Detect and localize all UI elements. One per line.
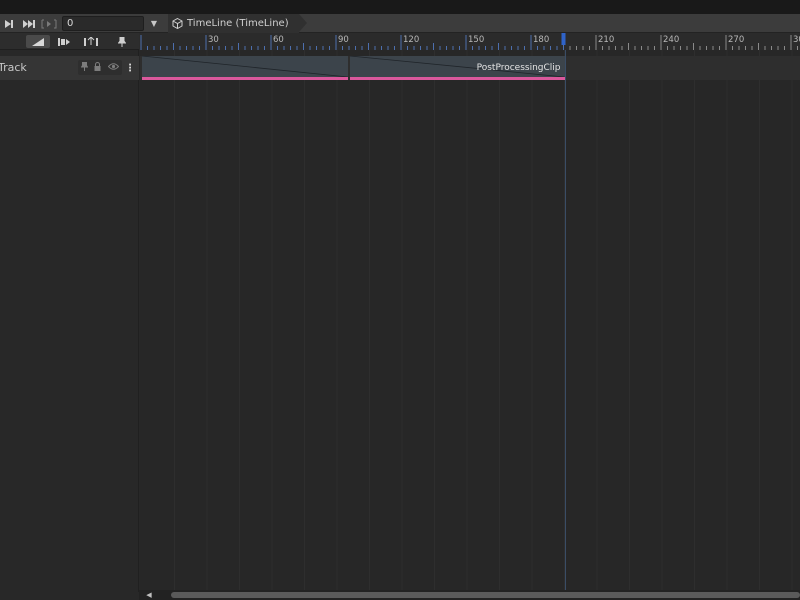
ease-curve xyxy=(142,56,348,77)
playhead-marker xyxy=(561,33,566,45)
horizontal-scrollbar[interactable]: ◀ xyxy=(139,590,800,600)
breadcrumb[interactable]: TimeLine (TimeLine) xyxy=(168,14,307,33)
frame-grid xyxy=(174,50,793,592)
clip[interactable]: PostProcessingClip xyxy=(350,56,565,80)
ruler-label: 150 xyxy=(468,35,484,45)
skip-to-end-icon[interactable] xyxy=(20,16,38,31)
scroll-left-icon[interactable]: ◀ xyxy=(145,590,153,600)
track-header[interactable]: Track ⋮ xyxy=(0,56,139,80)
track-name: Track xyxy=(0,61,27,74)
step-forward-icon[interactable] xyxy=(0,16,18,31)
eye-icon[interactable] xyxy=(107,63,119,72)
ruler-ticks: 30 60 90 120 150 180 210 240 270 300 xyxy=(140,33,800,50)
playhead-line[interactable] xyxy=(564,50,566,592)
window-top-strip xyxy=(0,0,800,14)
track-tools xyxy=(78,60,122,75)
clip-bar xyxy=(142,77,348,80)
ruler-label: 30 xyxy=(208,35,219,45)
timeline-content[interactable]: PostProcessingClip xyxy=(140,50,800,592)
edit-mode-icon[interactable] xyxy=(54,35,76,48)
scroll-thumb[interactable] xyxy=(171,592,800,598)
timeline-header-row: 30 60 90 120 150 180 210 240 270 300 xyxy=(0,33,800,50)
clip-bar xyxy=(350,77,565,80)
ruler-label: 120 xyxy=(403,35,419,45)
lock-pin-icon[interactable] xyxy=(80,61,89,73)
timeline-dropdown-icon[interactable]: ▼ xyxy=(147,16,161,31)
snap-icon[interactable] xyxy=(80,35,102,48)
ruler-label: 180 xyxy=(533,35,549,45)
ruler-label: 300 xyxy=(793,35,800,45)
ruler-label: 270 xyxy=(728,35,744,45)
ruler-label: 240 xyxy=(663,35,679,45)
track-header-panel: Track ⋮ xyxy=(0,50,139,592)
ruler-label: 210 xyxy=(598,35,614,45)
timeline-toolbar: 0 ▼ TimeLine (TimeLine) xyxy=(0,14,800,33)
pin-icon[interactable] xyxy=(114,35,130,48)
lock-icon[interactable] xyxy=(94,62,101,73)
ripple-mode-icon[interactable] xyxy=(26,35,50,48)
ruler-label: 60 xyxy=(273,35,284,45)
current-frame-field[interactable]: 0 xyxy=(62,16,144,31)
breadcrumb-label: TimeLine (TimeLine) xyxy=(187,18,289,29)
time-ruler[interactable]: 30 60 90 120 150 180 210 240 270 300 xyxy=(139,33,800,50)
clip-label: PostProcessingClip xyxy=(476,63,561,73)
cube-icon xyxy=(172,18,183,29)
clip[interactable] xyxy=(142,56,348,80)
ruler-label: 90 xyxy=(338,35,349,45)
play-range-icon[interactable] xyxy=(40,16,58,31)
more-vertical-icon[interactable]: ⋮ xyxy=(125,61,135,75)
